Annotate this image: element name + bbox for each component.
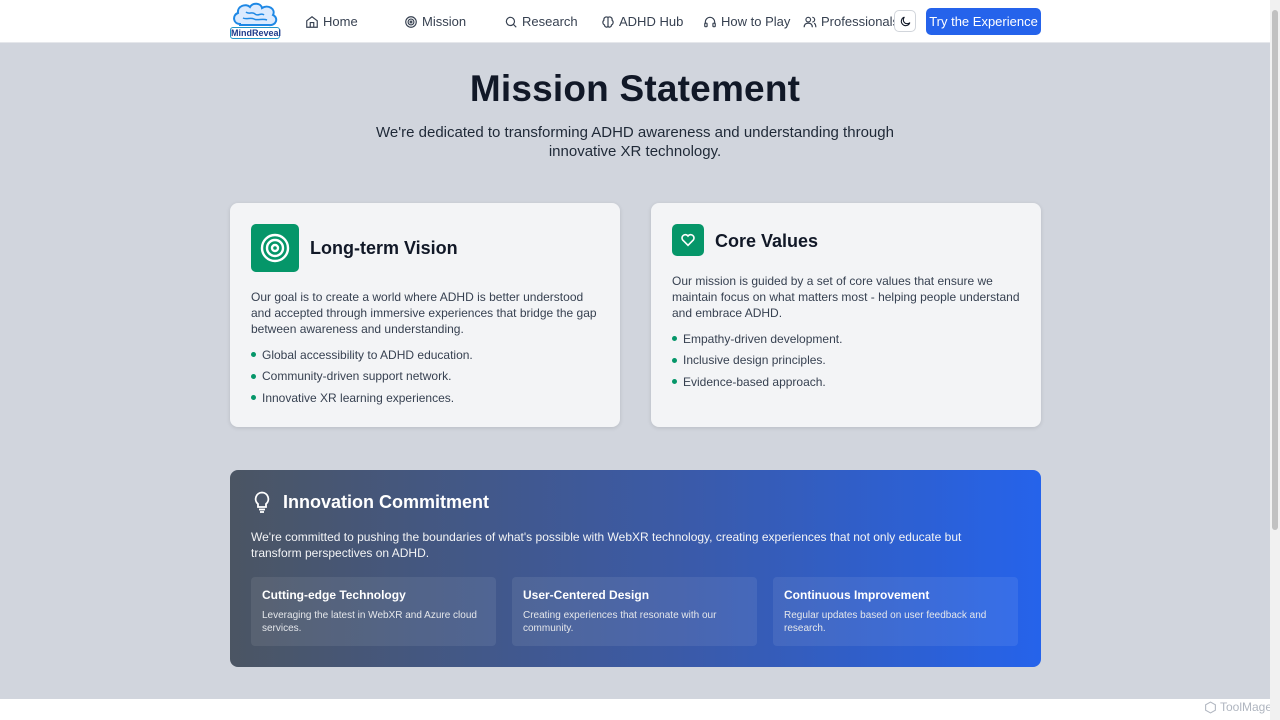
feature-title: Continuous Improvement (784, 588, 930, 602)
values-text: Our mission is guided by a set of core v… (672, 274, 1020, 320)
nav-how-to-play-label: How to Play (721, 14, 791, 29)
values-icon-box (672, 224, 704, 256)
nav-professionals[interactable]: Professionals (803, 0, 899, 43)
bullet-dot-icon (672, 379, 677, 385)
vision-icon-box (251, 224, 299, 272)
top-navbar: MindReveal Home Mission Research ADHD Hu… (0, 0, 1270, 43)
users-icon (803, 16, 817, 27)
list-item: Global accessibility to ADHD education. (251, 344, 473, 366)
nav-adhd-hub-label: ADHD Hub (619, 14, 684, 29)
values-bullet-text: Inclusive design principles. (683, 353, 826, 368)
logo-text: MindReveal (230, 27, 282, 39)
try-experience-button[interactable]: Try the Experience (926, 8, 1041, 35)
footer-strip (0, 699, 1270, 720)
feature-desc: Creating experiences that resonate with … (523, 610, 717, 634)
vision-title: Long-term Vision (310, 238, 458, 258)
nav-research[interactable]: Research (504, 0, 578, 43)
scrollbar-thumb[interactable] (1272, 10, 1278, 530)
feature-title: User-Centered Design (523, 588, 650, 602)
nav-mission[interactable]: Mission (404, 0, 466, 43)
page-subtitle: We're dedicated to transforming ADHD awa… (376, 124, 894, 160)
feature-desc: Regular updates based on user feedback a… (784, 610, 987, 634)
brain-icon (602, 15, 614, 28)
values-bullet-text: Empathy-driven development. (683, 331, 843, 346)
feature-card-improvement: Continuous Improvement Regular updates b… (773, 577, 1018, 646)
feature-card-design: User-Centered Design Creating experience… (512, 577, 757, 646)
target-icon (260, 233, 290, 263)
list-item: Inclusive design principles. (672, 350, 842, 372)
vision-bullet-list: Global accessibility to ADHD education. … (251, 344, 473, 409)
bullet-dot-icon (672, 336, 677, 342)
vision-bullet-text: Global accessibility to ADHD education. (262, 347, 473, 362)
hexagon-icon (1205, 700, 1216, 714)
nav-professionals-label: Professionals (821, 14, 900, 29)
nav-mission-label: Mission (422, 14, 467, 29)
vision-bullet-text: Innovative XR learning experiences. (262, 390, 455, 405)
bullet-dot-icon (251, 373, 256, 379)
nav-how-to-play[interactable]: How to Play (703, 0, 790, 43)
headphones-icon (704, 16, 716, 27)
heart-icon (681, 233, 695, 247)
lightbulb-icon (254, 491, 270, 513)
vision-bullet-text: Community-driven support network. (262, 369, 452, 384)
list-item: Innovative XR learning experiences. (251, 387, 473, 409)
innovation-text: We're committed to pushing the boundarie… (251, 530, 962, 560)
nav-home-label: Home (323, 14, 358, 29)
bullet-dot-icon (251, 352, 256, 358)
list-item: Evidence-based approach. (672, 371, 842, 393)
nav-home[interactable]: Home (305, 0, 358, 43)
target-icon (405, 15, 417, 28)
nav-research-label: Research (522, 14, 578, 29)
moon-icon (900, 16, 910, 26)
values-title: Core Values (715, 231, 819, 251)
list-item: Community-driven support network. (251, 366, 473, 388)
feature-desc: Leveraging the latest in WebXR and Azure… (262, 610, 477, 634)
page-scrollbar[interactable] (1270, 0, 1280, 720)
logo[interactable]: MindReveal (230, 2, 282, 40)
nav-adhd-hub[interactable]: ADHD Hub (601, 0, 683, 43)
search-icon (505, 16, 517, 28)
values-bullet-text: Evidence-based approach. (683, 374, 826, 389)
bullet-dot-icon (251, 395, 256, 401)
innovation-title: Innovation Commitment (283, 492, 489, 512)
vision-text: Our goal is to create a world where ADHD… (251, 290, 597, 336)
watermark: ToolMage (1204, 700, 1272, 714)
theme-toggle-button[interactable] (894, 10, 916, 32)
watermark-text: ToolMage (1220, 700, 1273, 714)
bullet-dot-icon (672, 357, 677, 363)
feature-card-technology: Cutting-edge Technology Leveraging the l… (251, 577, 496, 646)
innovation-section: Innovation Commitment We're committed to… (230, 470, 1041, 667)
home-icon (306, 15, 318, 28)
vision-card: Long-term Vision Our goal is to create a… (230, 203, 620, 427)
values-bullet-list: Empathy-driven development. Inclusive de… (672, 328, 842, 393)
values-card: Core Values Our mission is guided by a s… (651, 203, 1041, 427)
list-item: Empathy-driven development. (672, 328, 842, 350)
page-title: Mission Statement (469, 68, 801, 109)
feature-title: Cutting-edge Technology (262, 588, 406, 602)
